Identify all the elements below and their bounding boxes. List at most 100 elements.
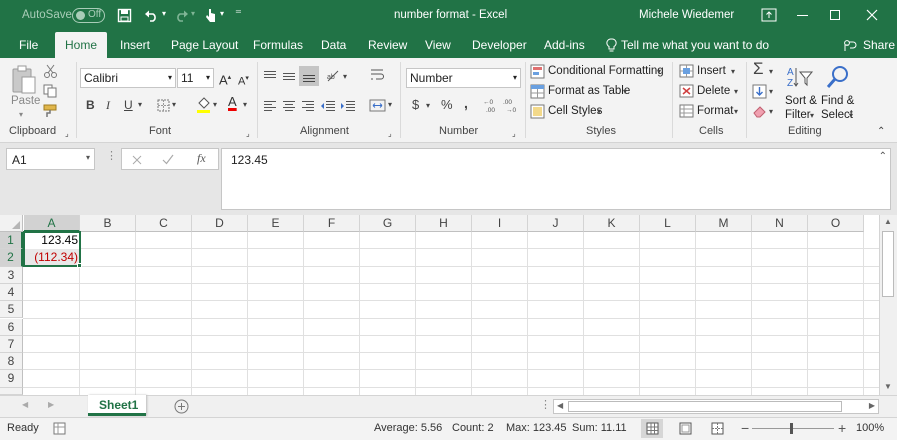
- cancel-icon[interactable]: [132, 155, 142, 165]
- fill-color-dropdown-icon[interactable]: ▾: [213, 98, 217, 112]
- scroll-left-icon[interactable]: ◀: [557, 401, 563, 410]
- autosave-toggle[interactable]: Off: [72, 8, 105, 23]
- insert-cells-icon[interactable]: [679, 64, 694, 78]
- page-break-view-icon[interactable]: [711, 422, 724, 435]
- tab-insert[interactable]: Insert: [120, 32, 150, 58]
- align-left-icon[interactable]: [263, 100, 277, 112]
- format-as-table-icon[interactable]: [530, 84, 545, 99]
- autosum-dropdown-icon[interactable]: ▾: [769, 65, 773, 79]
- tab-split-icon[interactable]: ⋮: [540, 398, 551, 411]
- minimize-icon[interactable]: [797, 15, 808, 16]
- insert-function-icon[interactable]: fx: [197, 151, 206, 166]
- format-cells-button[interactable]: Format: [697, 105, 733, 117]
- paste-dropdown-icon[interactable]: ▾: [19, 108, 23, 122]
- cut-icon[interactable]: [43, 64, 58, 78]
- user-name[interactable]: Michele Wiedemer: [639, 9, 734, 21]
- orientation-dropdown-icon[interactable]: ▾: [343, 70, 347, 84]
- row-header-5[interactable]: 5: [0, 301, 23, 319]
- tab-file[interactable]: File: [19, 32, 38, 58]
- row-header-3[interactable]: 3: [0, 266, 23, 284]
- font-size-combo[interactable]: 11 ▾: [177, 68, 214, 88]
- find-select-icon[interactable]: [825, 64, 851, 92]
- zoom-slider[interactable]: [752, 428, 834, 429]
- number-format-combo[interactable]: Number ▾: [406, 68, 521, 88]
- vertical-scrollbar[interactable]: ▲ ▼: [879, 215, 897, 395]
- chevron-down-icon[interactable]: ▾: [597, 105, 601, 119]
- top-align-icon[interactable]: [263, 70, 277, 82]
- tab-data[interactable]: Data: [321, 32, 346, 58]
- collapse-formula-bar-icon[interactable]: ⌃: [879, 151, 887, 162]
- fill-icon[interactable]: [752, 84, 767, 99]
- tab-developer[interactable]: Developer: [472, 32, 527, 58]
- column-header-F[interactable]: F: [304, 215, 360, 232]
- increase-indent-icon[interactable]: [340, 100, 356, 112]
- accounting-format-icon[interactable]: $: [412, 98, 419, 112]
- row-header-8[interactable]: 8: [0, 353, 23, 371]
- tab-formulas[interactable]: Formulas: [253, 32, 303, 58]
- insert-cells-button[interactable]: Insert: [697, 65, 726, 77]
- chevron-down-icon[interactable]: ▾: [734, 105, 738, 119]
- font-color-dropdown-icon[interactable]: ▾: [243, 98, 247, 112]
- italic-icon[interactable]: I: [106, 98, 110, 112]
- decrease-indent-icon[interactable]: [320, 100, 336, 112]
- tab-review[interactable]: Review: [368, 32, 407, 58]
- prev-sheet-icon[interactable]: ◀: [22, 400, 28, 409]
- clipboard-launcher-icon[interactable]: ⌟: [65, 127, 69, 141]
- column-header-H[interactable]: H: [416, 215, 472, 232]
- column-header-E[interactable]: E: [248, 215, 304, 232]
- middle-align-icon[interactable]: [282, 70, 296, 82]
- delete-cells-button[interactable]: Delete: [697, 85, 730, 97]
- sort-filter-label-1[interactable]: Sort &: [785, 95, 817, 107]
- touch-mode-icon[interactable]: [204, 7, 217, 23]
- chevron-down-icon[interactable]: ▾: [810, 109, 814, 123]
- sort-filter-icon[interactable]: AZ: [786, 64, 814, 92]
- horizontal-scroll-thumb[interactable]: [568, 401, 842, 412]
- vertical-scroll-thumb[interactable]: [882, 231, 894, 297]
- decrease-decimal-icon[interactable]: .00→0: [502, 97, 520, 113]
- collapse-ribbon-icon[interactable]: ⌃: [877, 125, 885, 139]
- next-sheet-icon[interactable]: ▶: [48, 400, 54, 409]
- name-box[interactable]: A1 ▾: [6, 148, 95, 170]
- tab-page-layout[interactable]: Page Layout: [171, 32, 238, 58]
- paste-button[interactable]: Paste: [11, 95, 40, 107]
- row-header-6[interactable]: 6: [0, 318, 23, 336]
- copy-icon[interactable]: [43, 84, 58, 98]
- row-header-2[interactable]: 2: [0, 249, 23, 267]
- column-header-J[interactable]: J: [528, 215, 584, 232]
- row-header-9[interactable]: 9: [0, 370, 23, 388]
- tab-view[interactable]: View: [425, 32, 451, 58]
- save-icon[interactable]: [117, 8, 132, 23]
- chevron-down-icon[interactable]: ▾: [734, 85, 738, 99]
- column-header-D[interactable]: D: [192, 215, 248, 232]
- merge-center-icon[interactable]: [369, 98, 386, 113]
- chevron-down-icon[interactable]: ▾: [731, 65, 735, 79]
- column-header-O[interactable]: O: [808, 215, 864, 232]
- sort-filter-label-2[interactable]: Filter: [785, 109, 811, 121]
- font-color-icon[interactable]: A: [228, 95, 237, 109]
- touch-dropdown-icon[interactable]: ▾: [220, 9, 224, 18]
- bottom-align-button[interactable]: [299, 66, 319, 86]
- chevron-down-icon[interactable]: ▾: [849, 109, 853, 123]
- increase-font-icon[interactable]: A▴: [219, 71, 231, 87]
- scroll-right-icon[interactable]: ▶: [869, 401, 875, 410]
- find-select-label-1[interactable]: Find &: [821, 95, 854, 107]
- orientation-icon[interactable]: ab: [326, 69, 342, 83]
- select-all-button[interactable]: [0, 215, 23, 232]
- comma-style-icon[interactable]: ,: [464, 96, 468, 110]
- sheet-tab-sheet1[interactable]: Sheet1: [88, 395, 146, 416]
- column-header-I[interactable]: I: [472, 215, 528, 232]
- zoom-level[interactable]: 100%: [856, 422, 884, 434]
- cell-styles-button[interactable]: Cell Styles: [548, 105, 602, 117]
- percent-style-icon[interactable]: %: [441, 98, 453, 112]
- alignment-launcher-icon[interactable]: ⌟: [388, 127, 392, 141]
- format-as-table-button[interactable]: Format as Table: [548, 85, 630, 97]
- customize-qat-icon[interactable]: ⁼: [235, 6, 242, 22]
- underline-icon[interactable]: U: [124, 98, 133, 112]
- row-header-1[interactable]: 1: [0, 232, 23, 250]
- conditional-formatting-icon[interactable]: [530, 64, 545, 79]
- align-center-icon[interactable]: [282, 100, 296, 112]
- borders-dropdown-icon[interactable]: ▾: [172, 98, 176, 112]
- normal-view-button[interactable]: [641, 419, 663, 438]
- font-launcher-icon[interactable]: ⌟: [246, 127, 250, 141]
- increase-decimal-icon[interactable]: ←0.00: [482, 97, 500, 113]
